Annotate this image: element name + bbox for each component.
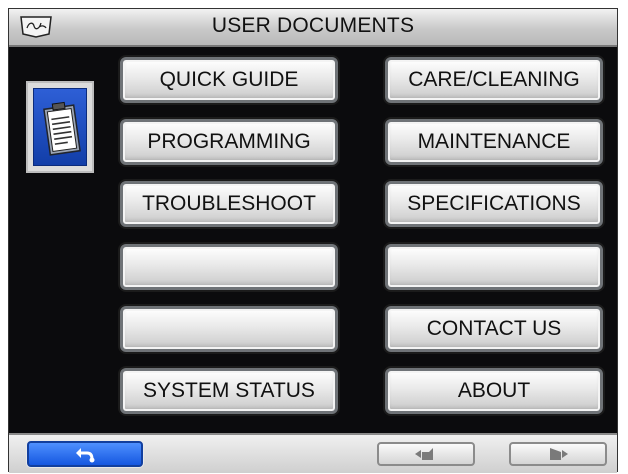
page-next-icon xyxy=(550,448,568,460)
back-arrow-icon xyxy=(76,448,95,463)
care-cleaning-button[interactable]: CARE/CLEANING xyxy=(385,57,603,103)
quick-guide-button[interactable]: QUICK GUIDE xyxy=(120,57,338,103)
troubleshoot-button[interactable]: TROUBLESHOOT xyxy=(120,181,338,227)
blank-button-right-4[interactable] xyxy=(385,244,603,290)
footer-bar xyxy=(9,433,617,473)
about-button[interactable]: ABOUT xyxy=(385,368,603,414)
title-bar: USER DOCUMENTS xyxy=(9,9,617,47)
clipboard-icon xyxy=(43,101,81,156)
page-title: USER DOCUMENTS xyxy=(211,14,415,37)
maintenance-button[interactable]: MAINTENANCE xyxy=(385,119,603,165)
programming-button[interactable]: PROGRAMMING xyxy=(120,119,338,165)
back-button[interactable] xyxy=(27,441,143,467)
system-status-button[interactable]: SYSTEM STATUS xyxy=(120,368,338,414)
previous-page-button[interactable] xyxy=(377,442,475,466)
documents-section-icon xyxy=(26,81,94,173)
page-previous-icon xyxy=(415,448,433,460)
specifications-button[interactable]: SPECIFICATIONS xyxy=(385,181,603,227)
touchscreen-display: USER DOCUMENTS QUICK GUIDE PROGRAMMING T… xyxy=(8,8,618,473)
next-page-button[interactable] xyxy=(509,442,607,466)
blank-button-left-5[interactable] xyxy=(120,306,338,352)
contact-us-button[interactable]: CONTACT US xyxy=(385,306,603,352)
blank-button-left-4[interactable] xyxy=(120,244,338,290)
